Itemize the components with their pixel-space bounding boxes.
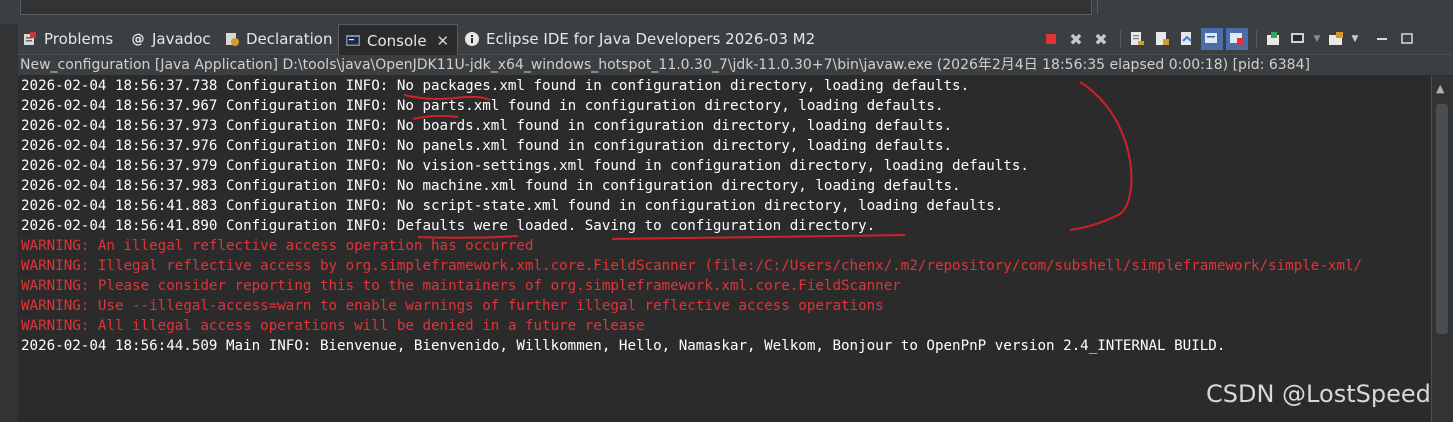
console-line-warning: WARNING: Please consider reporting this …	[21, 278, 901, 294]
tab-label: Console	[367, 31, 427, 50]
pin-console-icon[interactable]	[1262, 28, 1284, 50]
console-line: 2026-02-04 18:56:37.979 Configuration IN…	[21, 158, 1029, 174]
tab-label: Eclipse IDE for Java Developers 2026-03 …	[486, 30, 816, 48]
open-console-icon[interactable]	[1325, 28, 1347, 50]
minimize-icon[interactable]	[1371, 28, 1393, 50]
clear-console-icon[interactable]	[1126, 28, 1148, 50]
view-menu-icon[interactable]: ▼	[1350, 28, 1360, 50]
watermark: CSDN @LostSpeed	[1206, 380, 1431, 408]
remove-launch-icon[interactable]: ✖	[1065, 28, 1087, 50]
editor-area-edge	[20, 0, 1092, 15]
toolbar-separator	[1120, 30, 1121, 48]
word-wrap-icon[interactable]	[1176, 28, 1198, 50]
console-line-warning: WARNING: Use --illegal-access=warn to en…	[21, 298, 884, 314]
console-line: 2026-02-04 18:56:37.973 Configuration IN…	[21, 118, 953, 134]
close-icon[interactable]: ✕	[437, 32, 450, 50]
remove-all-terminated-icon[interactable]: ✖	[1090, 28, 1112, 50]
info-icon	[464, 31, 480, 47]
console-line: 2026-02-04 18:56:41.883 Configuration IN…	[21, 198, 1004, 214]
console-line: 2026-02-04 18:56:37.976 Configuration IN…	[21, 138, 953, 154]
console-icon	[345, 33, 361, 49]
declaration-icon	[224, 31, 240, 47]
maximize-icon[interactable]	[1396, 28, 1418, 50]
top-strip	[0, 0, 1453, 24]
dropdown-arrow-icon[interactable]: ▼	[1312, 28, 1322, 50]
tab-javadoc[interactable]: @ Javadoc	[130, 24, 211, 54]
tab-problems[interactable]: Problems	[22, 24, 113, 54]
right-panel-edge	[1097, 0, 1453, 14]
console-line: 2026-02-04 18:56:37.738 Configuration IN…	[21, 78, 970, 94]
tab-eclipse-info[interactable]: Eclipse IDE for Java Developers 2026-03 …	[464, 24, 815, 54]
console-toolbar: ✖ ✖ ▼ ▼	[1040, 24, 1421, 54]
console-line: 2026-02-04 18:56:41.890 Configuration IN…	[21, 218, 876, 234]
toolbar-separator	[1256, 30, 1257, 48]
tab-label: Javadoc	[152, 30, 211, 48]
tab-label: Declaration	[246, 30, 333, 48]
javadoc-icon: @	[131, 31, 145, 47]
left-gutter	[0, 24, 19, 422]
scroll-lock-icon[interactable]	[1151, 28, 1173, 50]
tab-label: Problems	[44, 30, 114, 48]
console-line: 2026-02-04 18:56:44.509 Main INFO: Bienv…	[21, 338, 1226, 354]
console-line: 2026-02-04 18:56:37.983 Configuration IN…	[21, 178, 961, 194]
console-line-warning: WARNING: An illegal reflective access op…	[21, 238, 534, 254]
process-info-label: New_configuration [Java Application] D:\…	[18, 55, 1453, 75]
display-selected-console-icon[interactable]	[1287, 28, 1309, 50]
console-output[interactable]: 2026-02-04 18:56:37.738 Configuration IN…	[18, 76, 1431, 422]
problems-icon	[22, 31, 38, 47]
console-line-warning: WARNING: Illegal reflective access by or…	[21, 258, 1363, 274]
show-on-output-icon[interactable]	[1201, 28, 1223, 50]
console-line-warning: WARNING: All illegal access operations w…	[21, 318, 645, 334]
tab-declaration[interactable]: Declaration	[224, 24, 332, 54]
scroll-up-arrow-icon[interactable]: ▲	[1436, 82, 1444, 95]
terminate-icon[interactable]	[1040, 28, 1062, 50]
scrollbar-thumb[interactable]	[1436, 104, 1448, 334]
console-line: 2026-02-04 18:56:37.967 Configuration IN…	[21, 98, 944, 114]
tab-console[interactable]: Console ✕	[338, 24, 459, 56]
show-on-error-icon[interactable]	[1226, 28, 1248, 50]
